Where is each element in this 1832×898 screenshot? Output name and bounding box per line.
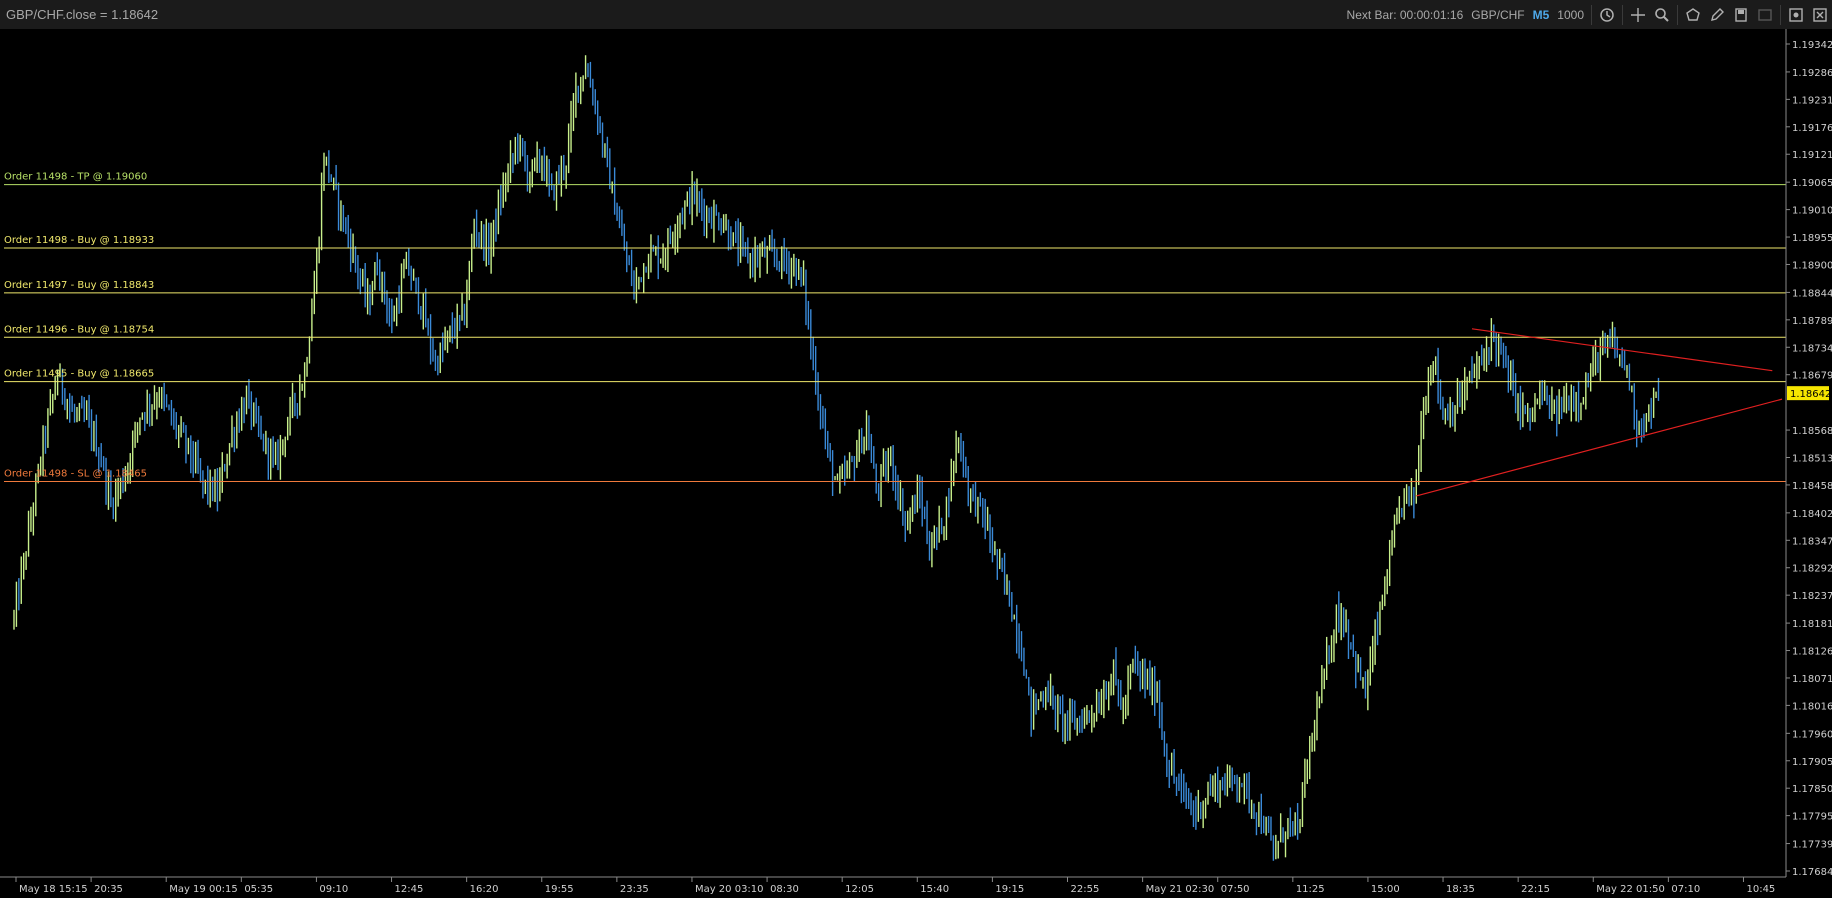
price-tick-label: 1.18844: [1792, 288, 1832, 299]
price-tick-label: 1.19065: [1792, 178, 1832, 189]
time-tick-label: 12:05: [845, 884, 874, 895]
price-tick-label: 1.18016: [1792, 701, 1832, 712]
price-tick-label: 1.17850: [1792, 784, 1832, 795]
price-tick-label: 1.18789: [1792, 316, 1832, 327]
zoom-icon[interactable]: [1650, 3, 1674, 27]
price-tick-label: 1.18734: [1792, 343, 1832, 354]
quantity-field[interactable]: 1000: [1553, 8, 1588, 22]
order-line-label: Order 11498 - SL @ 1.18465: [4, 468, 147, 479]
price-tick-label: 1.18071: [1792, 674, 1832, 685]
time-tick-label: 19:55: [545, 884, 574, 895]
price-tick-label: 1.17905: [1792, 757, 1832, 768]
price-tick-label: 1.17684: [1792, 867, 1832, 878]
time-tick-label: 07:50: [1221, 884, 1250, 895]
price-tick-label: 1.18292: [1792, 564, 1832, 575]
toolbar-divider: [1780, 4, 1781, 25]
price-tick-label: 1.18679: [1792, 371, 1832, 382]
price-tick-label: 1.19010: [1792, 206, 1832, 217]
price-tick-label: 1.18513: [1792, 454, 1832, 465]
chart-background: [0, 29, 1832, 898]
time-tick-label: 08:30: [770, 884, 799, 895]
price-tick-label: 1.19286: [1792, 68, 1832, 79]
time-tick-label: 05:35: [244, 884, 273, 895]
price-tick-label: 1.18237: [1792, 591, 1832, 602]
time-tick-label: 20:35: [94, 884, 123, 895]
toolbar-divider: [1677, 4, 1678, 25]
price-tick-label: 1.18900: [1792, 260, 1832, 271]
price-tick-label: 1.18181: [1792, 619, 1832, 630]
shape-icon[interactable]: [1681, 3, 1705, 27]
price-tick-label: 1.19121: [1792, 150, 1832, 161]
time-tick-label: 22:15: [1521, 884, 1550, 895]
time-tick-label: 12:45: [395, 884, 424, 895]
price-tick-label: 1.18402: [1792, 509, 1832, 520]
time-tick-label: 10:45: [1746, 884, 1775, 895]
close-panel-icon[interactable]: [1808, 3, 1832, 27]
screenshot-icon[interactable]: [1753, 3, 1777, 27]
price-tick-label: 1.18458: [1792, 481, 1832, 492]
chart-toolbar: GBP/CHF.close = 1.18642 Next Bar: 00:00:…: [0, 0, 1832, 30]
price-tick-label: 1.17795: [1792, 812, 1832, 823]
time-tick-label: 18:35: [1446, 884, 1475, 895]
history-icon[interactable]: [1595, 3, 1619, 27]
time-tick-label: 23:35: [620, 884, 649, 895]
time-tick-label: May 21 02:30: [1146, 884, 1215, 895]
time-tick-label: 07:10: [1671, 884, 1700, 895]
symbol-selector[interactable]: GBP/CHF: [1467, 8, 1528, 22]
time-tick-label: 11:25: [1296, 884, 1325, 895]
time-tick-label: 15:40: [920, 884, 949, 895]
order-line-label: Order 11496 - Buy @ 1.18754: [4, 324, 154, 335]
crosshair-icon[interactable]: [1626, 3, 1650, 27]
toolbar-right: Next Bar: 00:00:01:16 GBP/CHF M5 1000: [1343, 0, 1832, 29]
time-tick-label: May 22 01:50: [1596, 884, 1665, 895]
time-tick-label: 09:10: [319, 884, 348, 895]
chart-title: GBP/CHF.close = 1.18642: [6, 7, 159, 22]
price-tick-label: 1.19342: [1792, 40, 1832, 51]
order-line-label: Order 11498 - Buy @ 1.18933: [4, 235, 154, 246]
price-tick-label: 1.17739: [1792, 840, 1832, 851]
price-tick-label: 1.17960: [1792, 729, 1832, 740]
price-tick-label: 1.19231: [1792, 95, 1832, 106]
timeframe-selector[interactable]: M5: [1529, 8, 1554, 22]
price-tick-label: 1.19176: [1792, 123, 1832, 134]
price-tick-label: 1.18568: [1792, 426, 1832, 437]
time-tick-label: May 19 00:15: [169, 884, 238, 895]
toolbar-divider: [1591, 4, 1592, 25]
price-chart[interactable]: Order 11498 - TP @ 1.19060 Order 11498 - …: [0, 29, 1832, 898]
toolbar-divider: [1622, 4, 1623, 25]
next-bar-countdown: Next Bar: 00:00:01:16: [1346, 7, 1464, 22]
settings-icon[interactable]: [1784, 3, 1808, 27]
price-tick-label: 1.18126: [1792, 647, 1832, 658]
price-tick-label: 1.18955: [1792, 233, 1832, 244]
order-line-label: Order 11497 - Buy @ 1.18843: [4, 280, 154, 291]
last-price-label: 1.18642: [1790, 389, 1831, 400]
price-tick-label: 1.18347: [1792, 536, 1832, 547]
time-tick-label: 22:55: [1071, 884, 1100, 895]
time-tick-label: 16:20: [470, 884, 499, 895]
pencil-icon[interactable]: [1705, 3, 1729, 27]
time-tick-label: May 20 03:10: [695, 884, 764, 895]
save-icon[interactable]: [1729, 3, 1753, 27]
time-tick-label: 15:00: [1371, 884, 1400, 895]
order-line-label: Order 11498 - TP @ 1.19060: [4, 172, 147, 183]
order-line-label: Order 11495 - Buy @ 1.18665: [4, 369, 154, 380]
time-tick-label: 19:15: [995, 884, 1024, 895]
time-tick-label: May 18 15:15: [19, 884, 88, 895]
